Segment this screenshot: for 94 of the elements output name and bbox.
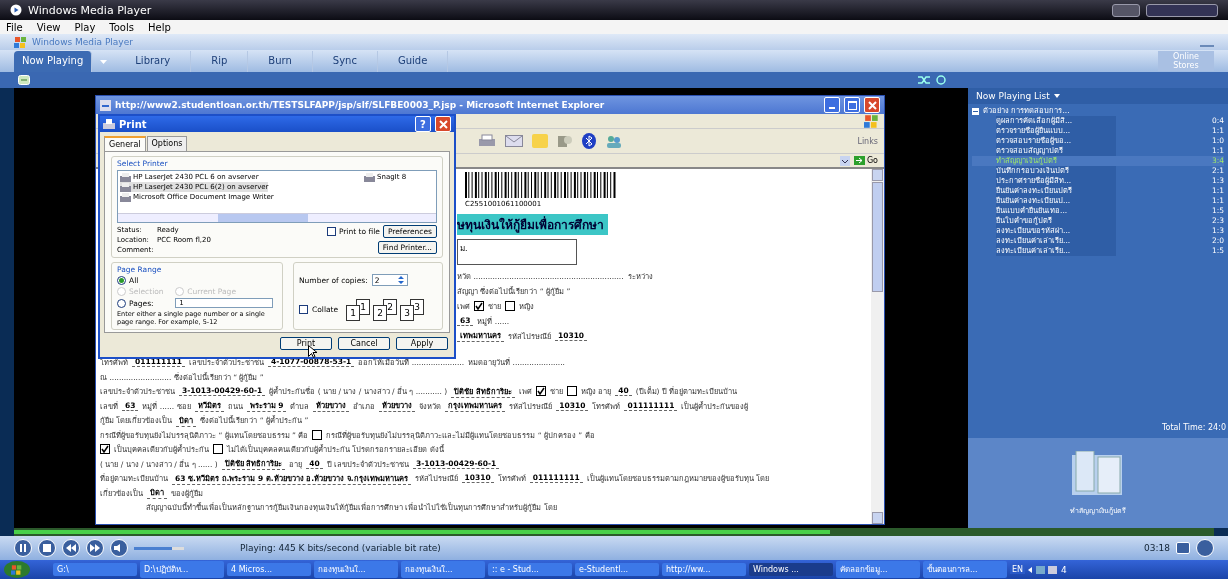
- arrow-icon: [853, 156, 865, 165]
- close-icon: [867, 100, 877, 110]
- windows-flag-icon: [11, 564, 23, 575]
- dialog-button[interactable]: Cancel: [338, 337, 390, 350]
- stop-icon: [43, 544, 51, 552]
- pause-icon: [18, 543, 28, 553]
- checkbox[interactable]: [505, 300, 515, 311]
- printer-icon: [120, 182, 131, 192]
- restore-button[interactable]: [1112, 3, 1140, 17]
- status-text: Playing: 445 K bits/second (variable bit rate): [240, 543, 441, 553]
- start-button[interactable]: [4, 561, 30, 578]
- checkbox[interactable]: [566, 386, 577, 397]
- document-heading: ษทุนเงินให้กู้ยืมเพื่อการศึกษา: [457, 214, 608, 235]
- menu-item[interactable]: View: [36, 21, 61, 33]
- printer-icon[interactable]: [478, 134, 496, 148]
- horizontal-scrollbar[interactable]: [118, 213, 436, 222]
- checkbox[interactable]: [299, 305, 308, 315]
- links-button[interactable]: Links: [857, 136, 878, 146]
- clock: 4: [1061, 564, 1067, 575]
- dialog-button[interactable]: Apply: [396, 337, 448, 350]
- printer-icon: [120, 172, 131, 182]
- view-button[interactable]: [1176, 542, 1190, 554]
- collapse-icon[interactable]: [972, 107, 979, 115]
- menu-item[interactable]: File: [6, 21, 23, 33]
- dialog-button[interactable]: Print: [280, 337, 332, 350]
- taskbar-button[interactable]: 4 Micros...: [227, 563, 311, 576]
- taskbar-button[interactable]: คัดลอกข้อมู...: [836, 561, 920, 578]
- close-button[interactable]: [435, 116, 451, 132]
- dialog-title: Print: [119, 118, 147, 130]
- taskbar-button[interactable]: :: e - Stud...: [488, 563, 572, 576]
- tab[interactable]: Now Playing: [14, 51, 93, 72]
- maximize-button[interactable]: [844, 97, 860, 113]
- printer-icon: [364, 172, 375, 182]
- player-title: Windows Media Player: [32, 37, 133, 47]
- dropdown-icon[interactable]: [839, 155, 850, 166]
- caret-icon[interactable]: [1053, 94, 1060, 98]
- checkbox[interactable]: [312, 429, 323, 440]
- language-indicator[interactable]: EN: [1010, 565, 1026, 574]
- stop-button[interactable]: [38, 539, 56, 557]
- player-logo-icon: [10, 4, 22, 16]
- repeat-icon[interactable]: [936, 75, 946, 85]
- window-controls-button[interactable]: [1146, 3, 1218, 17]
- scrollbar[interactable]: [871, 169, 884, 524]
- pause-button[interactable]: [14, 539, 32, 557]
- scroll-thumb[interactable]: [872, 182, 883, 292]
- browser-icon: [100, 99, 111, 111]
- window-title: Windows Media Player: [28, 3, 152, 17]
- help-button[interactable]: ?: [415, 116, 431, 132]
- printer-icon: [120, 192, 131, 202]
- menu-item[interactable]: Play: [74, 21, 96, 33]
- browser-title: http://www2.studentloan.or.th/TESTSLFAPP/jsp/slf/SLFBE0003_P.jsp - Microsoft Internet Explorer: [115, 100, 605, 110]
- taskbar-button[interactable]: D:\ปฏิบัติห...: [140, 561, 224, 578]
- windows-flag-icon: [14, 36, 28, 48]
- elapsed-time: 03:18: [1144, 543, 1170, 553]
- mouse-cursor-icon: [308, 345, 317, 358]
- taskbar-button[interactable]: G:\: [53, 563, 137, 576]
- taskbar-button[interactable]: กองทุนเงินใ...: [401, 561, 485, 578]
- switch-mode-button[interactable]: [1196, 539, 1214, 557]
- checkbox[interactable]: [535, 386, 546, 397]
- checkbox[interactable]: [474, 300, 484, 311]
- menu-item[interactable]: Help: [147, 21, 171, 33]
- shuffle-icon[interactable]: [918, 75, 930, 85]
- next-button[interactable]: [86, 539, 104, 557]
- playlist-title[interactable]: Now Playing List: [976, 91, 1050, 101]
- previous-button[interactable]: [62, 539, 80, 557]
- tray-icons-drawing[interactable]: [1028, 564, 1059, 575]
- close-button[interactable]: [864, 97, 880, 113]
- tab[interactable]: General: [104, 136, 146, 151]
- menu-item[interactable]: Tools: [109, 21, 134, 33]
- taskbar-button[interactable]: กองทุนเงินใ...: [314, 561, 398, 578]
- mute-button[interactable]: [110, 539, 128, 557]
- close-icon: [438, 119, 448, 129]
- spinner-arrows-icon: [396, 275, 405, 286]
- next-icon: [90, 544, 100, 552]
- tab[interactable]: Options: [146, 136, 188, 151]
- bluetooth-icon[interactable]: [582, 133, 596, 149]
- chat-bubble-icon[interactable]: [18, 74, 30, 86]
- volume-slider[interactable]: [134, 546, 184, 550]
- taskbar-button[interactable]: Windows ...: [749, 563, 833, 576]
- total-time: Total Time: 24:0: [1162, 423, 1226, 432]
- checkbox[interactable]: [326, 227, 336, 236]
- taskbar-button[interactable]: ขั้นตอนการล...: [923, 561, 1007, 578]
- seek-bar[interactable]: [14, 528, 1214, 536]
- document-box: ม.: [457, 239, 577, 265]
- checkbox[interactable]: [213, 444, 223, 455]
- taskbar-button[interactable]: http://ww...: [662, 563, 746, 576]
- previous-icon: [66, 544, 76, 552]
- checkbox[interactable]: [100, 444, 110, 455]
- printer-icon: [103, 118, 115, 130]
- windows-flag-icon: [864, 114, 880, 128]
- people-icon[interactable]: [605, 134, 623, 148]
- mail-icon[interactable]: [505, 135, 523, 147]
- taskbar-button[interactable]: e-Studentl...: [575, 563, 659, 576]
- go-button[interactable]: Go: [853, 156, 878, 165]
